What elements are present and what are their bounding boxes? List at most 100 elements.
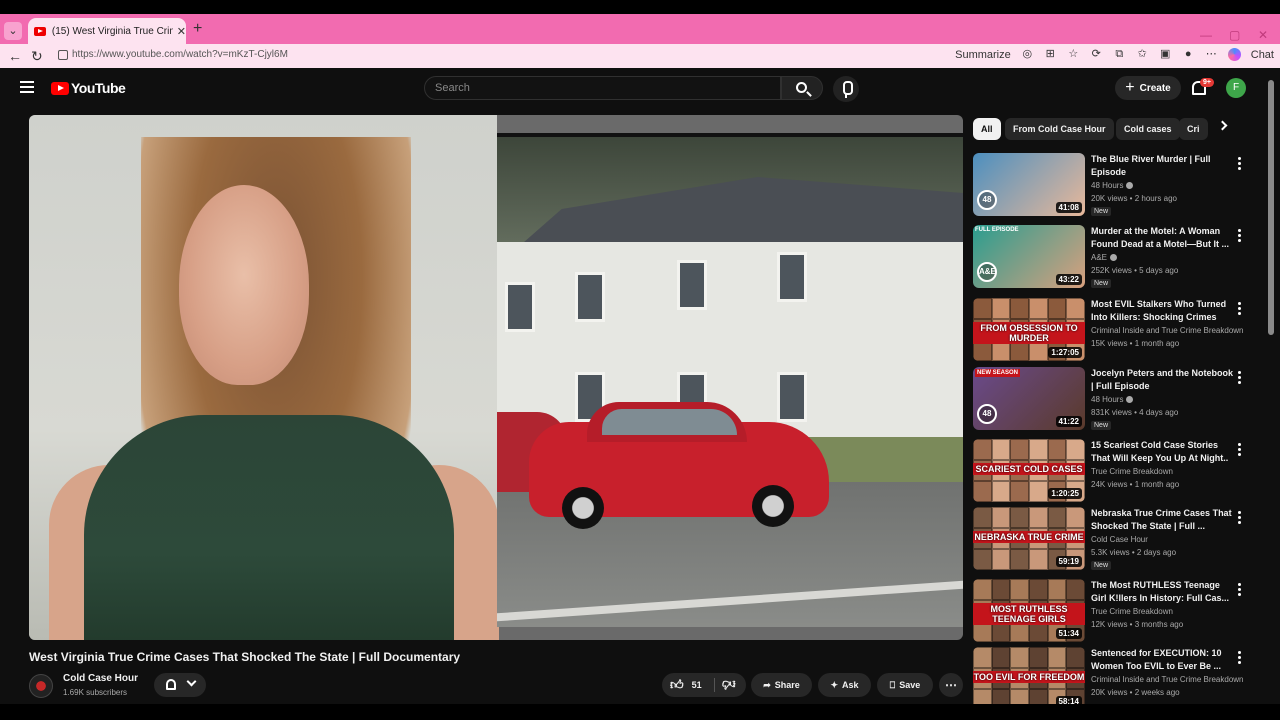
- menu-icon[interactable]: [20, 81, 34, 93]
- recommendation-title[interactable]: Murder at the Motel: A Woman Found Dead …: [1091, 225, 1237, 251]
- video-thumbnail[interactable]: SCARIEST COLD CASES 1:20:25: [973, 439, 1085, 502]
- chip-cold-cases[interactable]: Cold cases: [1116, 118, 1180, 140]
- recommendation-title[interactable]: 15 Scariest Cold Case Stories That Will …: [1091, 439, 1237, 465]
- video-thumbnail[interactable]: FULL EPISODE A&E 43:22: [973, 225, 1085, 288]
- recommendation-item[interactable]: MOST RUTHLESS TEENAGE GIRLS 51:34 The Most…: [973, 579, 1263, 643]
- window-close-icon[interactable]: ✕: [1258, 28, 1268, 42]
- channel-avatar[interactable]: [29, 674, 53, 698]
- search-button[interactable]: [781, 76, 823, 100]
- network-logo-icon: 48: [977, 404, 997, 424]
- recommendation-title[interactable]: Most EVIL Stalkers Who Turned Into Kille…: [1091, 298, 1237, 324]
- kebab-menu-icon[interactable]: [1238, 583, 1241, 596]
- recommendation-channel[interactable]: 48 Hours: [1091, 395, 1134, 404]
- collections-icon[interactable]: ▣: [1159, 48, 1172, 61]
- video-thumbnail[interactable]: 48 41:08: [973, 153, 1085, 216]
- youtube-favicon-icon: [34, 26, 46, 36]
- thumbs-up-icon[interactable]: 👍︎: [670, 677, 684, 693]
- ask-button[interactable]: ✦ Ask: [818, 673, 871, 697]
- video-thumbnail[interactable]: FROM OBSESSION TO MURDER 1:27:05: [973, 298, 1085, 361]
- recommendation-channel[interactable]: 48 Hours: [1091, 181, 1134, 190]
- recommendation-item[interactable]: FULL EPISODE A&E 43:22 Murder at the Motel:…: [973, 225, 1263, 289]
- recommendation-title[interactable]: Nebraska True Crime Cases That Shocked T…: [1091, 507, 1237, 533]
- maximize-icon[interactable]: ▢: [1229, 28, 1240, 42]
- kebab-menu-icon[interactable]: [1238, 157, 1241, 170]
- recommendation-item[interactable]: NEBRASKA TRUE CRIME 59:19 Nebraska True Cr…: [973, 507, 1263, 571]
- apps-icon[interactable]: ⊞: [1044, 48, 1057, 61]
- recommendation-channel[interactable]: Cold Case Hour: [1091, 535, 1148, 544]
- sparkle-icon: ✦: [830, 679, 839, 690]
- summarize-button[interactable]: Summarize: [955, 49, 1011, 61]
- video-duration: 1:27:05: [1048, 347, 1082, 358]
- recommendation-meta: 20K views • 2 hours ago: [1091, 194, 1177, 203]
- kebab-menu-icon[interactable]: [1238, 302, 1241, 315]
- minimize-icon[interactable]: —: [1200, 28, 1212, 42]
- scrollbar[interactable]: [1267, 80, 1275, 700]
- recommendation-item[interactable]: FROM OBSESSION TO MURDER 1:27:05 Most EVIL…: [973, 298, 1263, 362]
- recommendation-item[interactable]: NEW SEASON 48 41:22 Jocelyn Peters and the …: [973, 367, 1263, 431]
- channel-name[interactable]: Cold Case Hour: [63, 673, 138, 684]
- thumbs-down-icon[interactable]: 👍︎: [722, 676, 736, 692]
- youtube-play-icon: [51, 81, 69, 95]
- like-count[interactable]: 51: [692, 680, 702, 690]
- filter-chips: All From Cold Case Hour Cold cases Cri: [973, 118, 1235, 140]
- site-info-icon[interactable]: [58, 50, 68, 60]
- chat-button[interactable]: Chat: [1251, 49, 1274, 61]
- kebab-menu-icon[interactable]: [1238, 511, 1241, 524]
- chip-from-channel[interactable]: From Cold Case Hour: [1005, 118, 1114, 140]
- recommendation-item[interactable]: TOO EVIL FOR FREEDOM 58:14 Sentenced for E…: [973, 647, 1263, 704]
- recommendation-title[interactable]: Sentenced for EXECUTION: 10 Women Too EV…: [1091, 647, 1237, 673]
- subscription-bell-button[interactable]: [154, 673, 206, 697]
- recommendation-channel[interactable]: Criminal Inside and True Crime Breakdown: [1091, 675, 1244, 684]
- video-player[interactable]: [29, 115, 963, 640]
- reload-icon[interactable]: ↻: [31, 48, 43, 65]
- recommendation-channel-name: True Crime Breakdown: [1091, 467, 1173, 476]
- recommendation-title[interactable]: The Blue River Murder | Full Episode: [1091, 153, 1237, 179]
- recommendation-title[interactable]: Jocelyn Peters and the Notebook | Full E…: [1091, 367, 1237, 393]
- kebab-menu-icon[interactable]: [1238, 651, 1241, 664]
- kebab-menu-icon[interactable]: [1238, 443, 1241, 456]
- video-frame-mugshot: [29, 115, 499, 640]
- save-button[interactable]: ⎕ Save: [877, 673, 933, 697]
- back-arrow-icon[interactable]: ←: [8, 48, 22, 64]
- copilot-icon[interactable]: [1227, 48, 1241, 61]
- recommendation-channel-name: Criminal Inside and True Crime Breakdown: [1091, 326, 1244, 335]
- more-options-icon[interactable]: ⋯: [1205, 48, 1218, 61]
- recommendation-channel[interactable]: A&E: [1091, 253, 1118, 262]
- kebab-menu-icon[interactable]: [1238, 371, 1241, 384]
- recommendation-item[interactable]: SCARIEST COLD CASES 1:20:25 15 Scariest Co…: [973, 439, 1263, 503]
- create-button[interactable]: + Create: [1115, 76, 1181, 100]
- refresh-page-icon[interactable]: ⟳: [1090, 48, 1103, 61]
- video-thumbnail[interactable]: MOST RUTHLESS TEENAGE GIRLS 51:34: [973, 579, 1085, 642]
- browser-tab[interactable]: (15) West Virginia True Crime Case ✕: [28, 18, 186, 44]
- recommendation-channel[interactable]: True Crime Breakdown: [1091, 607, 1173, 616]
- video-thumbnail[interactable]: TOO EVIL FOR FREEDOM 58:14: [973, 647, 1085, 704]
- share-button[interactable]: ➦ Share: [751, 673, 812, 697]
- youtube-logo[interactable]: YouTube: [51, 80, 126, 96]
- favorite-star-icon[interactable]: ☆: [1067, 48, 1080, 61]
- recommendation-title[interactable]: The Most RUTHLESS Teenage Girl K!llers I…: [1091, 579, 1237, 605]
- kebab-menu-icon[interactable]: [1238, 229, 1241, 242]
- recommendation-channel[interactable]: Criminal Inside and True Crime Breakdown: [1091, 326, 1244, 335]
- avatar[interactable]: F: [1226, 78, 1246, 98]
- profile-icon[interactable]: ●: [1182, 48, 1195, 61]
- favorites-icon[interactable]: ✩: [1136, 48, 1149, 61]
- tab-list-button[interactable]: ⌄: [4, 22, 22, 40]
- search-input[interactable]: Search: [424, 76, 781, 100]
- video-thumbnail[interactable]: NEBRASKA TRUE CRIME 59:19: [973, 507, 1085, 570]
- chip-crime[interactable]: Cri: [1179, 118, 1208, 140]
- new-tab-button[interactable]: +: [193, 21, 202, 37]
- extensions-icon[interactable]: ⧉: [1113, 48, 1126, 61]
- ask-label: Ask: [842, 680, 859, 690]
- network-logo-icon: 48: [977, 190, 997, 210]
- voice-search-icon[interactable]: [833, 76, 859, 102]
- save-label: Save: [899, 680, 921, 690]
- recommendation-channel[interactable]: True Crime Breakdown: [1091, 467, 1173, 476]
- verified-icon: [1126, 396, 1134, 404]
- tab-close-icon[interactable]: ✕: [177, 25, 186, 38]
- video-thumbnail[interactable]: NEW SEASON 48 41:22: [973, 367, 1085, 430]
- tab-title: (15) West Virginia True Crime Case: [51, 25, 173, 37]
- read-aloud-icon[interactable]: ◎: [1021, 48, 1034, 61]
- recommendation-item[interactable]: 48 41:08 The Blue River Murder | Full Epis…: [973, 153, 1263, 217]
- chip-all[interactable]: All: [973, 118, 1001, 140]
- more-actions-icon[interactable]: ⋯: [939, 673, 963, 697]
